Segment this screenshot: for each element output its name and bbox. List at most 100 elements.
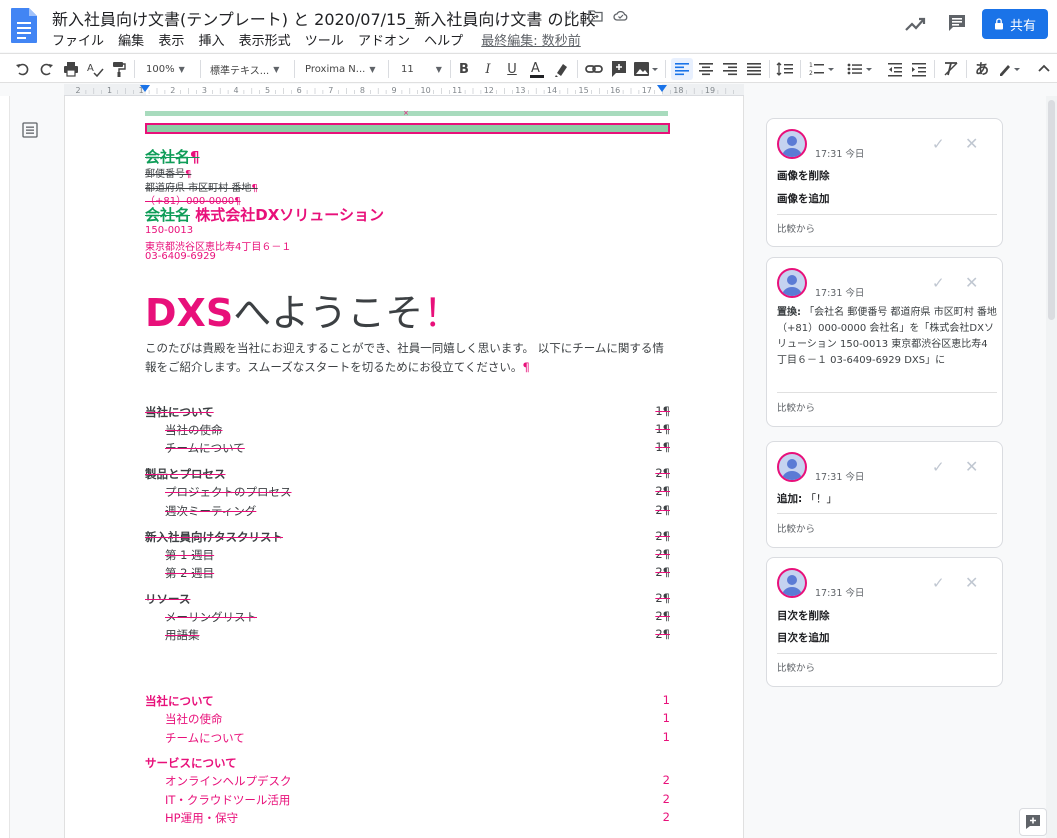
intro-text: このたびは貴殿を当社にお迎えすることができ、社員一同嬉しく思います。 以下にチー… bbox=[145, 341, 664, 374]
left-indent-marker[interactable] bbox=[140, 85, 150, 92]
font-select[interactable]: Proxima N... ▼ bbox=[305, 58, 383, 80]
bulleted-list-icon[interactable] bbox=[846, 58, 874, 80]
line-spacing-icon[interactable] bbox=[775, 58, 795, 80]
ruler-tick-label: 11 bbox=[452, 86, 462, 95]
text-color-icon[interactable]: A bbox=[528, 58, 546, 80]
toc-new-row[interactable]: 当社について 1 bbox=[145, 693, 670, 710]
last-edit-link[interactable]: 最終編集: 数秒前 bbox=[481, 34, 581, 49]
toc-old-row[interactable]: リソース 2¶ bbox=[145, 591, 670, 608]
justify-icon[interactable] bbox=[744, 58, 764, 80]
redo-icon[interactable] bbox=[37, 58, 55, 80]
accept-check-icon[interactable]: ✓ bbox=[932, 574, 945, 592]
menu-tools[interactable]: ツール bbox=[305, 34, 344, 49]
add-comment-button[interactable] bbox=[1019, 808, 1047, 836]
suggestion-card[interactable]: 17:31 今日 ✓ ✕ 追加: 「！」 比較から bbox=[766, 441, 1003, 548]
toc-old-label: プロジェクトのプロセス bbox=[165, 485, 292, 499]
toc-old-page: 1¶ bbox=[655, 422, 670, 436]
menu-insert[interactable]: 挿入 bbox=[198, 34, 224, 49]
link-icon[interactable] bbox=[584, 58, 604, 80]
reject-close-icon[interactable]: ✕ bbox=[965, 273, 978, 292]
toc-old-row[interactable]: 週次ミーティング 2¶ bbox=[145, 503, 670, 520]
reject-close-icon[interactable]: ✕ bbox=[965, 457, 978, 476]
menu-help[interactable]: ヘルプ bbox=[424, 34, 463, 49]
toc-old-row[interactable]: チームについて 1¶ bbox=[145, 440, 670, 457]
toc-old-row[interactable]: 新入社員向けタスクリスト 2¶ bbox=[145, 529, 670, 546]
editing-mode-icon[interactable] bbox=[996, 58, 1026, 80]
toc-old-row[interactable]: 当社について 1¶ bbox=[145, 404, 670, 421]
comment-history-icon[interactable] bbox=[947, 13, 967, 33]
print-icon[interactable] bbox=[62, 58, 80, 80]
move-folder-icon[interactable] bbox=[588, 9, 603, 22]
collapse-toolbar-icon[interactable] bbox=[1036, 58, 1052, 80]
spellcheck-icon[interactable]: A bbox=[86, 58, 104, 80]
share-button[interactable]: 共有 bbox=[982, 9, 1048, 39]
toc-new-row[interactable]: サービスについて bbox=[145, 755, 670, 772]
undo-icon[interactable] bbox=[14, 58, 32, 80]
bold-icon[interactable]: B bbox=[457, 58, 471, 80]
toc-old-row[interactable]: メーリングリスト 2¶ bbox=[145, 609, 670, 626]
align-left-icon[interactable] bbox=[671, 58, 693, 80]
zoom-select[interactable]: 100% ▼ bbox=[146, 58, 194, 80]
toc-old-row[interactable]: プロジェクトのプロセス 2¶ bbox=[145, 484, 670, 501]
font-size-select[interactable]: 11 ▼ bbox=[401, 58, 445, 80]
toc-old-row[interactable]: 製品とプロセス 2¶ bbox=[145, 466, 670, 483]
highlight-icon[interactable] bbox=[553, 58, 571, 80]
toc-new-row[interactable]: オンラインヘルプデスク 2 bbox=[145, 773, 670, 790]
star-icon[interactable]: ☆ bbox=[564, 8, 577, 24]
toolbar-divider bbox=[134, 60, 135, 78]
toc-old-row[interactable]: 当社の使命 1¶ bbox=[145, 422, 670, 439]
toc-old-page: 2¶ bbox=[655, 466, 670, 480]
reject-close-icon[interactable]: ✕ bbox=[965, 573, 978, 592]
new-company-name: 株式会社DXソリューション bbox=[195, 206, 384, 224]
underline-icon[interactable]: U bbox=[505, 58, 519, 80]
cloud-status-icon[interactable] bbox=[613, 10, 628, 21]
accept-check-icon[interactable]: ✓ bbox=[932, 135, 945, 153]
increase-indent-icon[interactable] bbox=[909, 58, 929, 80]
numbered-list-icon[interactable]: 12 bbox=[808, 58, 836, 80]
banner-image-added[interactable] bbox=[145, 123, 670, 134]
toolbar-divider bbox=[450, 60, 451, 78]
toc-new-row[interactable]: HP運用・保守 2 bbox=[145, 810, 670, 827]
accept-check-icon[interactable]: ✓ bbox=[932, 274, 945, 292]
vertical-ruler[interactable] bbox=[0, 96, 10, 838]
scrollbar-thumb[interactable] bbox=[1048, 100, 1055, 320]
document-title[interactable]: 新入社員向け文書(テンプレート) と 2020/07/15_新入社員向け文書 の… bbox=[52, 6, 595, 30]
toc-old-row[interactable]: 第 2 週目 2¶ bbox=[145, 565, 670, 582]
docs-logo-icon[interactable] bbox=[10, 6, 38, 44]
toc-new-row[interactable]: 当社の使命 1 bbox=[145, 711, 670, 728]
align-center-icon[interactable] bbox=[696, 58, 716, 80]
toc-old-row[interactable]: 用語集 2¶ bbox=[145, 627, 670, 644]
app-header: 新入社員向け文書(テンプレート) と 2020/07/15_新入社員向け文書 の… bbox=[0, 0, 1057, 52]
suggestion-card[interactable]: 17:31 今日 ✓ ✕ 置換: 「会社名 郵便番号 都道府県 市区町村 番地 … bbox=[766, 257, 1003, 427]
add-comment-icon[interactable] bbox=[610, 58, 628, 80]
avatar bbox=[777, 452, 807, 482]
toc-new-row[interactable]: IT・クラウドツール活用 2 bbox=[145, 792, 670, 809]
menu-view[interactable]: 表示 bbox=[158, 34, 184, 49]
toc-old-page: 2¶ bbox=[655, 529, 670, 543]
toc-new-row[interactable]: チームについて 1 bbox=[145, 730, 670, 747]
align-right-icon[interactable] bbox=[720, 58, 740, 80]
menu-addons[interactable]: アドオン bbox=[358, 34, 410, 49]
input-mode-button[interactable]: あ bbox=[974, 58, 990, 80]
document-page[interactable]: × 会社名¶ 郵便番号¶ 都道府県 市区町村 番地¶ （+81）000-0000… bbox=[64, 96, 744, 838]
toc-old-row[interactable]: 第 1 週目 2¶ bbox=[145, 547, 670, 564]
document-outline-icon[interactable] bbox=[22, 122, 38, 138]
right-indent-marker[interactable] bbox=[657, 85, 667, 92]
activity-dashboard-icon[interactable] bbox=[904, 14, 926, 34]
menu-file[interactable]: ファイル bbox=[52, 34, 104, 49]
accept-check-icon[interactable]: ✓ bbox=[932, 458, 945, 476]
suggestion-card[interactable]: 17:31 今日 ✓ ✕ 画像を削除 画像を追加 比較から bbox=[766, 118, 1003, 247]
style-select[interactable]: 標準テキス... ▼ bbox=[210, 58, 290, 80]
menu-format[interactable]: 表示形式 bbox=[239, 34, 291, 49]
reject-close-icon[interactable]: ✕ bbox=[965, 134, 978, 153]
decrease-indent-icon[interactable] bbox=[885, 58, 905, 80]
horizontal-ruler[interactable]: 2 1 1 2 3 4 5 6 7 8 9 10 11 12 13 14 15 16 17 18 19 bbox=[64, 84, 744, 96]
welcome-heading: DXSへようこそ！ bbox=[145, 282, 461, 337]
paint-format-icon[interactable] bbox=[110, 58, 128, 80]
italic-icon[interactable]: I bbox=[481, 58, 495, 80]
insert-image-icon[interactable] bbox=[633, 58, 659, 80]
menu-edit[interactable]: 編集 bbox=[118, 34, 144, 49]
suggestion-card[interactable]: 17:31 今日 ✓ ✕ 目次を削除 目次を追加 比較から bbox=[766, 557, 1003, 687]
clear-formatting-icon[interactable] bbox=[941, 58, 961, 80]
ruler-tick-label: 3 bbox=[202, 86, 207, 95]
